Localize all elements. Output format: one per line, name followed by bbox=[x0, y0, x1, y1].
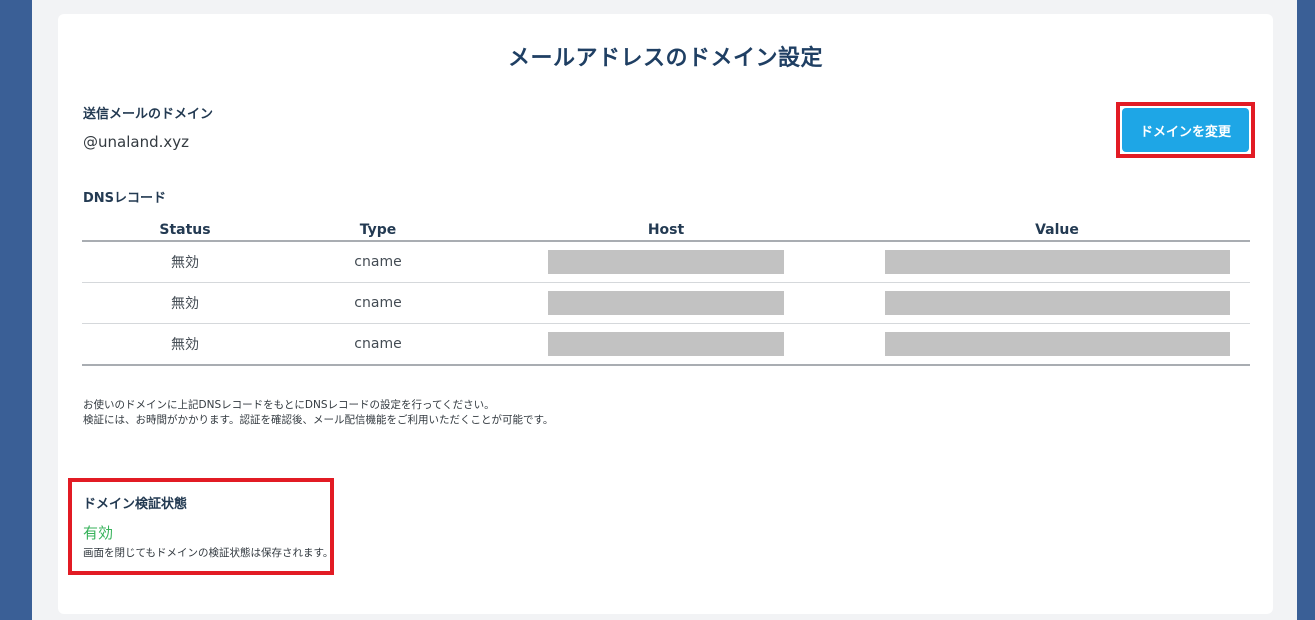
change-domain-button[interactable]: ドメインを変更 bbox=[1122, 108, 1249, 152]
verification-label: ドメイン検証状態 bbox=[83, 497, 188, 512]
record-host-cell bbox=[468, 241, 864, 283]
redacted-host bbox=[548, 250, 784, 274]
content-frame: メールアドレスのドメイン設定 送信メールのドメイン @unaland.xyz ド… bbox=[32, 0, 1297, 620]
instructions-line-1: お使いのドメインに上記DNSレコードをもとにDNSレコードの設定を行ってください… bbox=[83, 399, 495, 411]
verification-note: 画面を閉じてもドメインの検証状態は保存されます。 bbox=[83, 547, 334, 559]
dns-instructions: お使いのドメインに上記DNSレコードをもとにDNSレコードの設定を行ってください… bbox=[83, 398, 553, 428]
redacted-host bbox=[548, 332, 784, 356]
record-type: cname bbox=[288, 323, 468, 366]
sending-domain-label: 送信メールのドメイン bbox=[83, 107, 214, 122]
record-value-cell bbox=[864, 241, 1250, 283]
record-status: 無効 bbox=[82, 323, 288, 366]
sending-domain-value: @unaland.xyz bbox=[83, 133, 189, 151]
redacted-value bbox=[884, 250, 1230, 274]
record-type: cname bbox=[288, 282, 468, 324]
redacted-value bbox=[884, 332, 1230, 356]
column-header-status: Status bbox=[82, 214, 288, 242]
column-header-host: Host bbox=[468, 214, 864, 242]
record-status: 無効 bbox=[82, 241, 288, 283]
record-type: cname bbox=[288, 241, 468, 283]
table-row: 無効 cname bbox=[82, 241, 1250, 283]
column-header-type: Type bbox=[288, 214, 468, 242]
dns-records-table: Status Type Host Value 無効 cname 無効 cname bbox=[82, 214, 1250, 366]
table-row: 無効 cname bbox=[82, 323, 1250, 366]
record-status: 無効 bbox=[82, 282, 288, 324]
dns-records-label: DNSレコード bbox=[83, 191, 167, 206]
table-row: 無効 cname bbox=[82, 282, 1250, 324]
redacted-value bbox=[884, 291, 1230, 315]
domain-settings-card: メールアドレスのドメイン設定 送信メールのドメイン @unaland.xyz ド… bbox=[58, 14, 1273, 614]
record-host-cell bbox=[468, 323, 864, 366]
verification-status: 有効 bbox=[83, 524, 114, 542]
record-value-cell bbox=[864, 323, 1250, 366]
redacted-host bbox=[548, 291, 784, 315]
record-value-cell bbox=[864, 282, 1250, 324]
instructions-line-2: 検証には、お時間がかかります。認証を確認後、メール配信機能をご利用いただくことが… bbox=[83, 414, 554, 426]
table-header-row: Status Type Host Value bbox=[82, 214, 1250, 242]
page-title: メールアドレスのドメイン設定 bbox=[507, 46, 823, 71]
column-header-value: Value bbox=[864, 214, 1250, 242]
record-host-cell bbox=[468, 282, 864, 324]
